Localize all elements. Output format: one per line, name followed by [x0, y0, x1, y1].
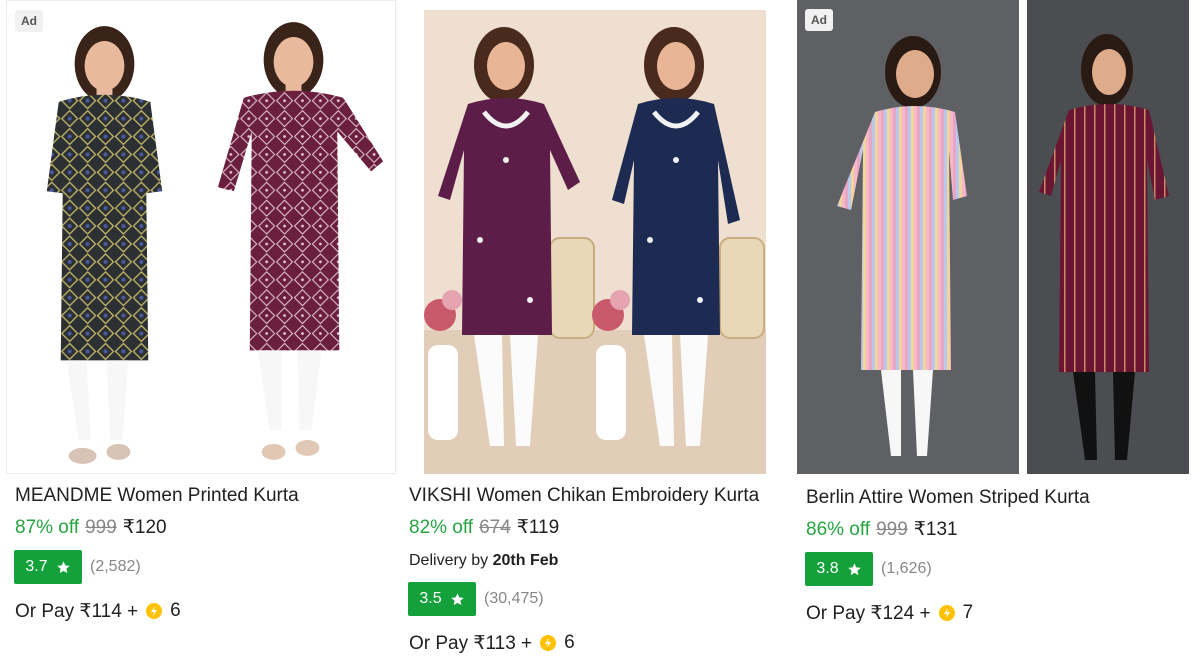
- pay-text: Or Pay ₹113 +: [409, 632, 533, 654]
- product-card[interactable]: Ad: [797, 0, 1189, 626]
- supercoin-icon: [146, 603, 163, 619]
- rating-row: 3.5 (30,475): [400, 582, 790, 616]
- rating-badge: 3.5: [408, 582, 476, 616]
- coin-count: 6: [564, 632, 575, 653]
- rating-badge: 3.8: [805, 552, 873, 586]
- star-icon: [56, 560, 70, 573]
- rating-count: (1,626): [881, 560, 932, 577]
- mrp-price: 999: [876, 519, 908, 540]
- price-row: 82% off 674 ₹119: [400, 516, 790, 540]
- rating-row: 3.7 (2,582): [6, 550, 396, 584]
- delivery-prefix: Delivery by: [409, 552, 489, 569]
- ad-badge: Ad: [15, 10, 43, 32]
- discount-label: 82% off: [409, 517, 474, 538]
- rating-value: 3.5: [419, 590, 442, 607]
- product-image[interactable]: Ad: [6, 0, 396, 474]
- rating-value: 3.7: [25, 558, 48, 575]
- product-image[interactable]: Ad: [797, 0, 1189, 474]
- product-card[interactable]: Ad: [6, 0, 396, 624]
- discount-label: 86% off: [806, 519, 871, 540]
- coin-count: 6: [170, 600, 181, 621]
- selling-price: ₹131: [913, 519, 958, 540]
- rating-row: 3.8 (1,626): [797, 552, 1189, 586]
- supercoin-pay-row: Or Pay ₹113 + 6: [400, 630, 790, 656]
- rating-badge: 3.7: [14, 550, 82, 584]
- product-photo: [797, 0, 1189, 474]
- supercoin-icon: [938, 605, 955, 621]
- coin-count: 7: [962, 602, 974, 623]
- product-image[interactable]: [400, 0, 790, 474]
- mrp-price: 674: [479, 517, 511, 538]
- product-photo: [400, 0, 790, 474]
- rating-count: (2,582): [90, 558, 141, 575]
- price-row: 87% off 999 ₹120: [6, 516, 396, 540]
- mrp-price: 999: [85, 517, 117, 538]
- pay-text: Or Pay ₹124 +: [806, 602, 931, 624]
- star-icon: [450, 592, 464, 605]
- supercoin-pay-row: Or Pay ₹114 + 6: [6, 598, 396, 624]
- selling-price: ₹119: [516, 517, 560, 538]
- discount-label: 87% off: [15, 517, 80, 538]
- pay-text: Or Pay ₹114 +: [15, 600, 139, 622]
- ad-badge: Ad: [805, 9, 833, 31]
- delivery-date: 20th Feb: [492, 552, 559, 569]
- star-icon: [847, 562, 861, 575]
- supercoin-icon: [540, 635, 557, 651]
- price-row: 86% off 999 ₹131: [797, 518, 1189, 542]
- product-title[interactable]: Berlin Attire Women Striped Kurta: [797, 486, 1189, 510]
- product-title[interactable]: MEANDME Women Printed Kurta: [6, 484, 396, 508]
- supercoin-pay-row: Or Pay ₹124 + 7: [797, 600, 1189, 626]
- rating-count: (30,475): [484, 590, 544, 607]
- product-title[interactable]: VIKSHI Women Chikan Embroidery Kurta: [400, 484, 790, 508]
- delivery-info: Delivery by 20th Feb: [400, 550, 790, 572]
- product-photo: [7, 2, 395, 473]
- rating-value: 3.8: [816, 560, 839, 577]
- selling-price: ₹120: [122, 517, 167, 538]
- product-card[interactable]: VIKSHI Women Chikan Embroidery Kurta 82%…: [400, 0, 790, 656]
